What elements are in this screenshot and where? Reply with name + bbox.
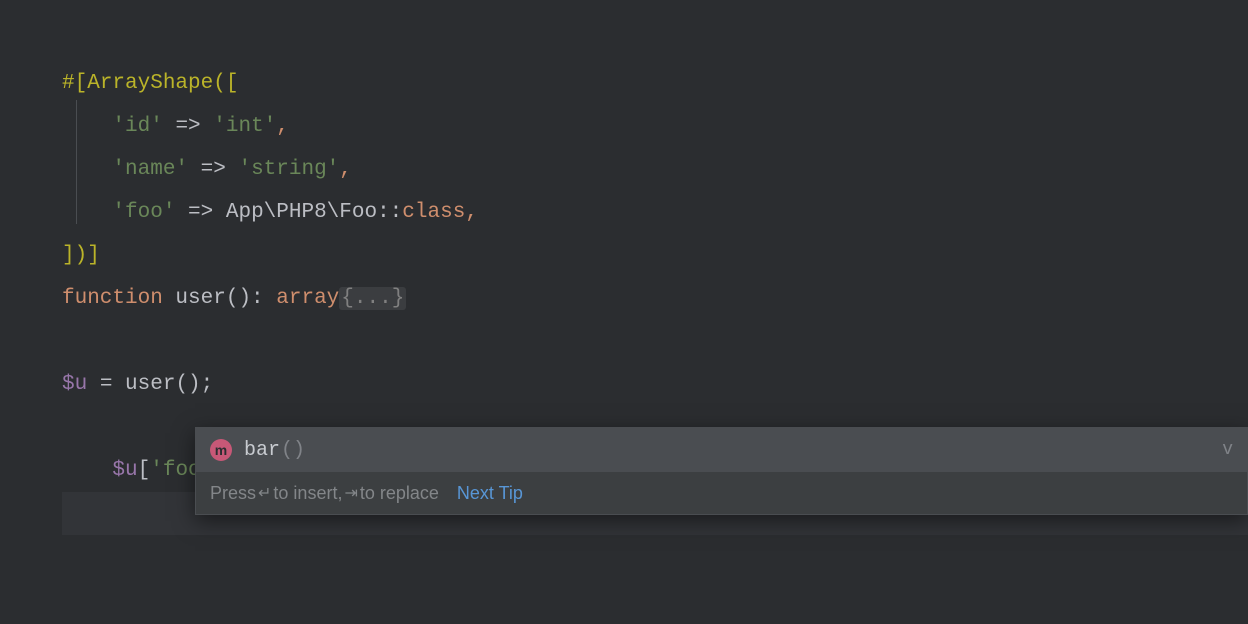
class-keyword: class: [402, 201, 465, 224]
code-line: #[ArrayShape([: [62, 62, 1248, 105]
return-type: array: [276, 287, 339, 310]
attr-hash: #[: [62, 72, 87, 95]
array-key: 'foo': [112, 201, 175, 224]
variable: $u: [62, 373, 87, 396]
code-editor[interactable]: #[ArrayShape([ 'id' => 'int', 'name' => …: [0, 0, 1248, 492]
array-key: 'name': [112, 158, 188, 181]
array-key: 'id': [112, 115, 162, 138]
suggestion-name: bar: [244, 439, 280, 462]
suggestion-return-type: v: [1222, 440, 1233, 460]
autocomplete-item[interactable]: m bar () v: [196, 428, 1247, 472]
code-line: $u = user();: [62, 363, 1248, 406]
class-ref: App\PHP8\Foo::: [226, 201, 402, 224]
next-tip-link[interactable]: Next Tip: [457, 483, 523, 504]
code-line: 'id' => 'int',: [62, 105, 1248, 148]
code-line: 'name' => 'string',: [62, 148, 1248, 191]
function-name: user: [175, 287, 225, 310]
tab-key-icon: ⇥: [344, 483, 357, 503]
code-line: ])]: [62, 234, 1248, 277]
code-line: 'foo' => App\PHP8\Foo::class,: [62, 191, 1248, 234]
function-keyword: function: [62, 287, 175, 310]
suggestion-parens: (): [281, 439, 305, 462]
folded-block[interactable]: {...}: [339, 287, 406, 310]
enter-key-icon: ↵: [258, 483, 271, 503]
autocomplete-footer: Press ↵ to insert, ⇥ to replace Next Tip: [196, 472, 1247, 514]
autocomplete-popup[interactable]: m bar () v Press ↵ to insert, ⇥ to repla…: [195, 427, 1248, 515]
attr-open: ([: [213, 72, 238, 95]
function-call: user: [125, 373, 175, 396]
attr-close: ])]: [62, 244, 100, 267]
array-value: 'string': [238, 158, 339, 181]
code-line: function user(): array{...}: [62, 277, 1248, 320]
variable: $u: [112, 459, 137, 482]
code-line-empty: [62, 320, 1248, 363]
array-value: 'int': [213, 115, 276, 138]
method-icon: m: [210, 439, 232, 461]
attr-name: ArrayShape: [87, 72, 213, 95]
